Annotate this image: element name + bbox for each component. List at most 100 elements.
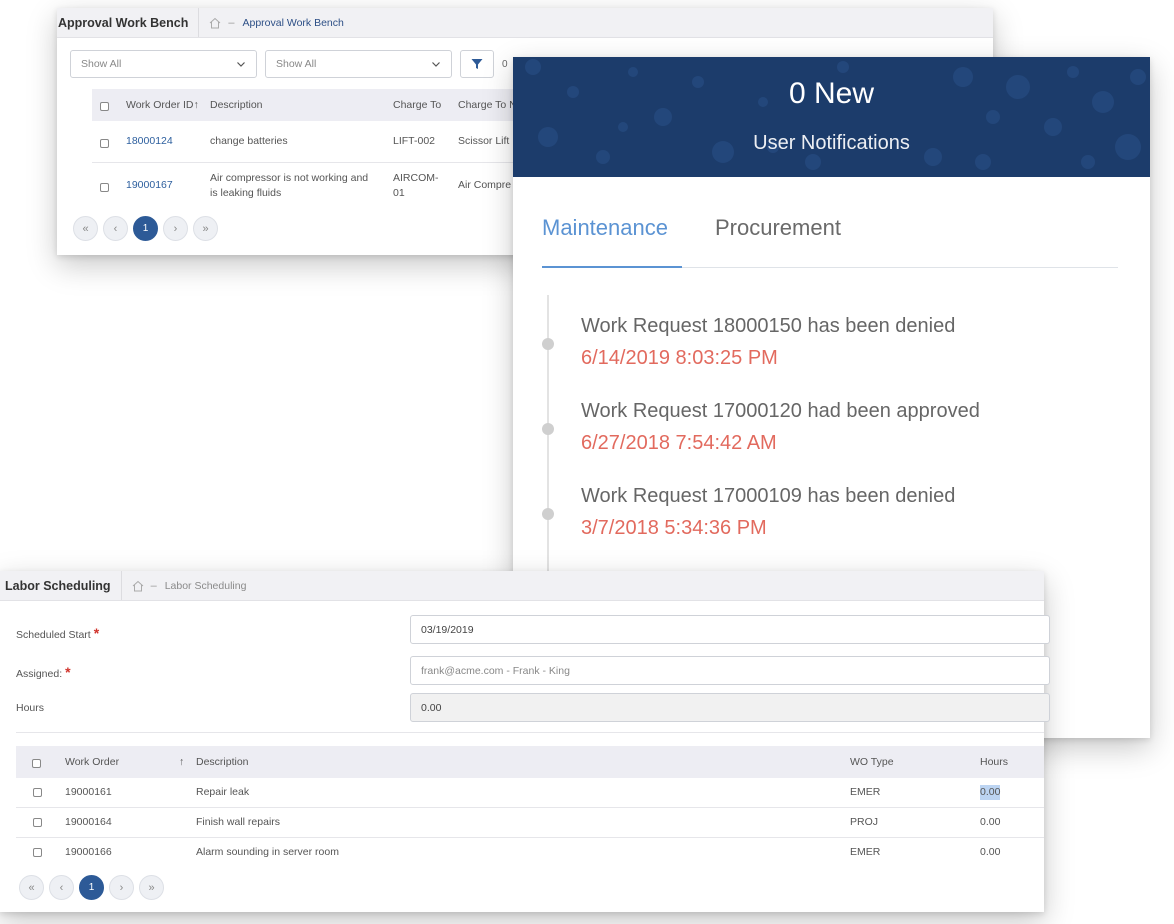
result-count: 0 <box>502 59 508 70</box>
last-page-button[interactable]: » <box>139 875 164 900</box>
row-work-order[interactable]: 19000166 <box>65 845 112 860</box>
first-page-button[interactable]: « <box>73 216 98 241</box>
row-checkbox[interactable] <box>33 788 42 797</box>
tab-procurement[interactable]: Procurement <box>715 215 841 241</box>
required-marker: * <box>93 625 100 641</box>
row-description: Repair leak <box>196 786 250 798</box>
first-page-button[interactable]: « <box>19 875 44 900</box>
select-all-checkbox[interactable] <box>100 102 109 111</box>
row-wo-type: EMER <box>850 846 881 858</box>
work-order-link[interactable]: 19000167 <box>126 178 173 193</box>
notification-message[interactable]: Work Request 18000150 has been denied <box>581 315 955 338</box>
timeline-dot <box>542 423 554 435</box>
notification-date: 3/7/2018 5:34:36 PM <box>581 517 767 539</box>
breadcrumb-separator: – <box>228 16 235 29</box>
chevron-down-icon <box>237 62 245 67</box>
assigned-input[interactable]: frank@acme.com - Frank - King <box>410 656 1050 685</box>
chevron-down-icon <box>432 62 440 67</box>
row-wo-type: PROJ <box>850 816 879 828</box>
row-charge-to-line2: 01 <box>393 187 405 199</box>
scheduled-start-input[interactable]: 03/19/2019 <box>410 615 1050 644</box>
row-checkbox[interactable] <box>100 183 109 192</box>
tab-maintenance[interactable]: Maintenance <box>542 215 668 241</box>
page-1-button[interactable]: 1 <box>79 875 104 900</box>
prev-page-button[interactable]: ‹ <box>49 875 74 900</box>
row-hours[interactable]: 0.00 <box>980 785 1001 800</box>
page-title: Labor Scheduling <box>0 571 122 600</box>
row-hours[interactable]: 0.00 <box>980 815 1000 830</box>
status-filter-value: Show All <box>81 58 122 70</box>
hours-label: Hours <box>16 702 45 714</box>
row-divider <box>16 837 1044 838</box>
row-work-order[interactable]: 19000161 <box>65 785 112 800</box>
pagination: « ‹ 1 › » <box>19 875 164 900</box>
filter-button[interactable] <box>460 50 494 78</box>
row-charge-to-name: Scissor Lift <box>458 135 510 147</box>
column-header-work-order-id[interactable]: Work Order ID↑ <box>126 99 199 111</box>
breadcrumb[interactable]: Labor Scheduling <box>165 580 247 592</box>
row-charge-to: LIFT-002 <box>393 135 436 147</box>
last-page-button[interactable]: » <box>193 216 218 241</box>
section-divider <box>16 732 1044 733</box>
pagination: « ‹ 1 › » <box>73 216 218 241</box>
timeline-dot <box>542 508 554 520</box>
home-icon[interactable] <box>131 579 145 593</box>
filter-icon <box>471 59 483 69</box>
notification-message[interactable]: Work Request 17000120 had been approved <box>581 400 980 423</box>
select-all-checkbox[interactable] <box>32 759 41 768</box>
column-header-charge-to[interactable]: Charge To <box>393 99 441 111</box>
column-header-charge-to-name[interactable]: Charge To N <box>458 99 517 111</box>
row-description-line1: Air compressor is not working and <box>210 172 369 184</box>
page-1-button[interactable]: 1 <box>133 216 158 241</box>
row-hours[interactable]: 0.00 <box>980 845 1000 860</box>
type-filter-select[interactable]: Show All <box>265 50 452 78</box>
column-header-work-order[interactable]: Work Order <box>65 756 119 768</box>
approval-header: Approval Work Bench – Approval Work Benc… <box>57 8 993 38</box>
new-count: 0 New <box>788 77 875 110</box>
row-divider <box>16 807 1044 808</box>
type-filter-value: Show All <box>276 58 317 70</box>
column-header-hours[interactable]: Hours <box>980 756 1008 768</box>
row-checkbox[interactable] <box>100 139 109 148</box>
breadcrumb-separator: – <box>150 579 157 592</box>
next-page-button[interactable]: › <box>109 875 134 900</box>
home-icon[interactable] <box>208 16 222 30</box>
labor-header: Labor Scheduling – Labor Scheduling <box>0 571 1044 601</box>
labor-scheduling-panel: Labor Scheduling – Labor Scheduling Sche… <box>0 571 1050 912</box>
active-tab-indicator <box>542 266 682 268</box>
notifications-subtitle: User Notifications <box>753 132 910 154</box>
work-order-link[interactable]: 18000124 <box>126 134 173 149</box>
scheduled-start-label: Scheduled Start * <box>16 625 100 641</box>
hours-field: 0.00 <box>410 693 1050 722</box>
row-description: change batteries <box>210 135 288 147</box>
column-header-wo-type[interactable]: WO Type <box>850 756 894 768</box>
row-checkbox[interactable] <box>33 818 42 827</box>
status-filter-select[interactable]: Show All <box>70 50 257 78</box>
table-header: Work Order ID↑ Description Charge To Cha… <box>92 89 522 121</box>
table-header: Work Order ↑ Description WO Type Hours <box>16 746 1044 778</box>
assigned-label: Assigned: * <box>16 664 71 680</box>
row-description: Finish wall repairs <box>196 816 281 828</box>
notification-date: 6/14/2019 8:03:25 PM <box>581 347 778 369</box>
row-checkbox[interactable] <box>33 848 42 857</box>
sort-arrow-icon[interactable]: ↑ <box>179 756 184 768</box>
row-description: Alarm sounding in server room <box>196 846 339 858</box>
row-description-line2: is leaking fluids <box>210 187 282 199</box>
bubble-pattern <box>525 59 1146 170</box>
row-charge-to-line1: AIRCOM- <box>393 172 439 184</box>
column-header-description[interactable]: Description <box>196 756 249 768</box>
notification-message[interactable]: Work Request 17000109 has been denied <box>581 485 955 508</box>
row-work-order[interactable]: 19000164 <box>65 815 112 830</box>
row-divider <box>92 162 522 163</box>
next-page-button[interactable]: › <box>163 216 188 241</box>
row-wo-type: EMER <box>850 786 881 798</box>
sort-arrow-icon: ↑ <box>193 99 199 111</box>
notifications-banner: 0 New User Notifications <box>513 57 1150 177</box>
page-title: Approval Work Bench <box>57 8 200 37</box>
row-charge-to-name: Air Compre <box>458 179 512 191</box>
column-header-description[interactable]: Description <box>210 99 263 111</box>
prev-page-button[interactable]: ‹ <box>103 216 128 241</box>
notification-date: 6/27/2018 7:54:42 AM <box>581 432 777 454</box>
breadcrumb[interactable]: Approval Work Bench <box>242 17 343 29</box>
timeline-dot <box>542 338 554 350</box>
